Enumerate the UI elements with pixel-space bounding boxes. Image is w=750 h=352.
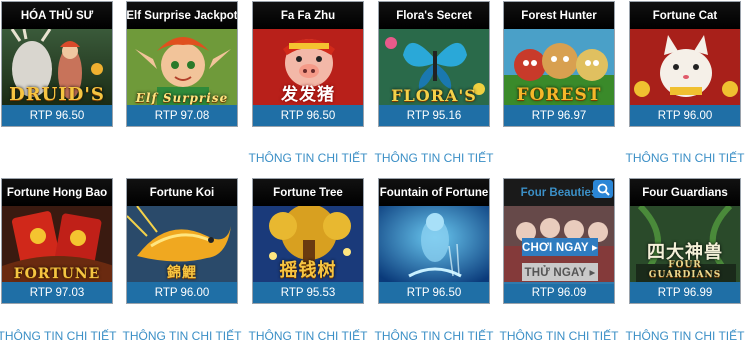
rtp-bar: RTP 96.99 <box>630 282 740 303</box>
game-thumbnail: 錦鯉 <box>127 206 237 284</box>
game-logo: FOREST <box>516 85 602 105</box>
play-now-button[interactable]: CHƠI NGAY ▸ <box>522 238 598 256</box>
game-details-link[interactable]: THÔNG TIN CHI TIẾT <box>243 151 373 165</box>
game-logo: 錦鯉 <box>167 265 197 281</box>
game-thumbnail: 发发猪 <box>253 29 363 107</box>
game-thumbnail: DRUID'S <box>2 29 112 107</box>
game-details-link[interactable]: THÔNG TIN CHI TIẾT <box>369 329 499 343</box>
game-card-fa-fa-zhu[interactable]: Fa Fa Zhu 发发猪 RTP 96.50 <box>252 1 364 127</box>
rtp-bar: RTP 96.50 <box>253 105 363 126</box>
game-card-fortune-cat[interactable]: Fortune Cat RTP 96.00 <box>629 1 741 127</box>
rtp-bar: RTP 96.50 <box>379 282 489 303</box>
game-title: Fortune Koi <box>127 179 237 206</box>
game-title: Elf Surprise Jackpot <box>127 2 237 29</box>
game-logo: DRUID'S <box>9 84 105 105</box>
game-title: Fortune Hong Bao <box>2 179 112 206</box>
game-thumbnail <box>379 206 489 284</box>
game-card-four-guardians[interactable]: Four Guardians 四大神兽 FOUR GUARDIANS RTP 9… <box>629 178 741 304</box>
game-card-fortune-koi[interactable]: Fortune Koi 錦鯉 RTP 96.00 <box>126 178 238 304</box>
rtp-bar: RTP 97.03 <box>2 282 112 303</box>
game-thumbnail: Elf Surprise <box>127 29 237 107</box>
game-details-link[interactable]: THÔNG TIN CHI TIẾT <box>243 329 373 343</box>
magnify-icon[interactable] <box>593 180 613 198</box>
game-title: Fa Fa Zhu <box>253 2 363 29</box>
game-logo: Elf Surprise <box>135 91 229 105</box>
game-logo: FLORA'S <box>391 86 477 105</box>
game-title: Forest Hunter <box>504 2 614 29</box>
game-card-fountain-of-fortune[interactable]: Fountain of Fortune RTP 96.50 <box>378 178 490 304</box>
game-title: Fortune Cat <box>630 2 740 29</box>
game-thumbnail: 摇钱树 <box>253 206 363 284</box>
game-card-four-beauties[interactable]: Four Beauties CHƠI NGAY ▸ THỬ NGAY ▸ RTP… <box>503 178 615 304</box>
game-thumbnail: FOREST <box>504 29 614 107</box>
game-card-fortune-hong-bao[interactable]: Fortune Hong Bao FORTUNE RTP 97.03 <box>1 178 113 304</box>
game-thumbnail: FORTUNE <box>2 206 112 284</box>
game-logo: FORTUNE <box>13 266 101 282</box>
rtp-bar: RTP 96.50 <box>2 105 112 126</box>
game-thumbnail: FLORA'S <box>379 29 489 107</box>
game-logo: 发发猪 <box>281 85 335 105</box>
try-now-button[interactable]: THỬ NGAY ▸ <box>522 263 598 281</box>
game-details-link[interactable]: THÔNG TIN CHI TIẾT <box>494 329 624 343</box>
game-thumbnail: 四大神兽 FOUR GUARDIANS <box>630 206 740 284</box>
game-card-elf-surprise-jackpot[interactable]: Elf Surprise Jackpot Elf Surprise RTP 97… <box>126 1 238 127</box>
rtp-bar: RTP 95.53 <box>253 282 363 303</box>
game-card-fortune-tree[interactable]: Fortune Tree 摇钱树 RTP 95.53 <box>252 178 364 304</box>
rtp-bar: RTP 97.08 <box>127 105 237 126</box>
rtp-bar: RTP 96.09 <box>504 282 614 303</box>
game-title: Four Guardians <box>630 179 740 206</box>
game-details-link[interactable]: THÔNG TIN CHI TIẾT <box>369 151 499 165</box>
game-title: Fortune Tree <box>253 179 363 206</box>
game-card-hoa-thu-su[interactable]: HÓA THỦ SƯ DRUID'S RTP 96.50 <box>1 1 113 127</box>
rtp-bar: RTP 95.16 <box>379 105 489 126</box>
game-logo-subtitle: FOUR GUARDIANS <box>648 260 722 280</box>
game-details-link[interactable]: THÔNG TIN CHI TIẾT <box>117 329 247 343</box>
game-details-link[interactable]: THÔNG TIN CHI TIẾT <box>0 329 122 343</box>
game-thumbnail <box>630 29 740 107</box>
game-details-link[interactable]: THÔNG TIN CHI TIẾT <box>620 151 750 165</box>
game-title: HÓA THỦ SƯ <box>2 2 112 29</box>
game-title: Fountain of Fortune <box>379 179 489 206</box>
game-card-floras-secret[interactable]: Flora's Secret FLORA'S RTP 95.16 <box>378 1 490 127</box>
rtp-bar: RTP 96.00 <box>630 105 740 126</box>
rtp-bar: RTP 96.97 <box>504 105 614 126</box>
rtp-bar: RTP 96.00 <box>127 282 237 303</box>
game-details-link[interactable]: THÔNG TIN CHI TIẾT <box>620 329 750 343</box>
game-title: Flora's Secret <box>379 2 489 29</box>
game-card-forest-hunter[interactable]: Forest Hunter FOREST RTP 96.97 <box>503 1 615 127</box>
game-logo: 摇钱树 <box>279 260 337 281</box>
